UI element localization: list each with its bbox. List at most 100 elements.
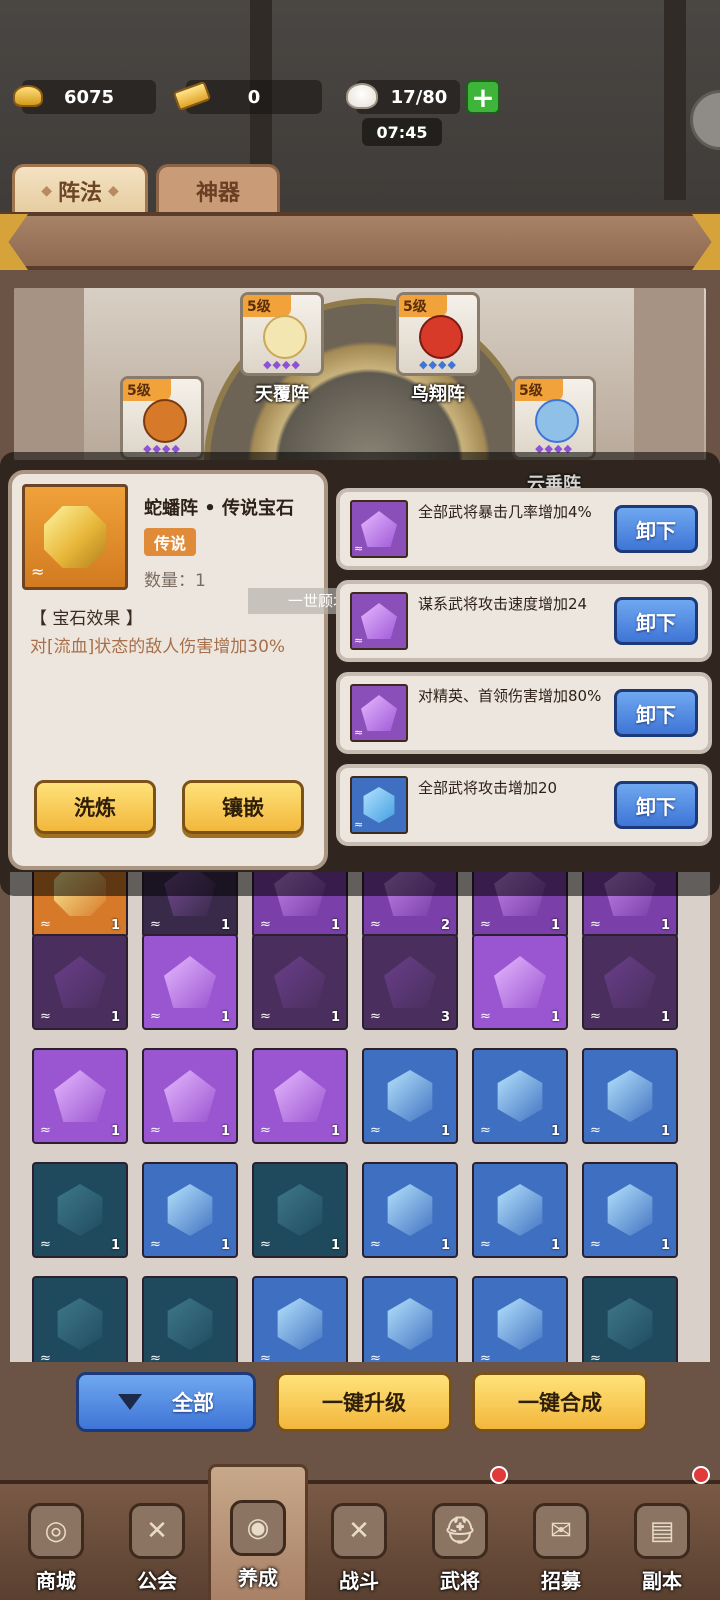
gem-cell[interactable]: ≈1: [472, 1162, 568, 1258]
gem-mark-icon: ≈: [480, 1123, 491, 1138]
slot-effect-text: 对精英、首领伤害增加80%: [418, 687, 602, 705]
gem-cell[interactable]: ≈3: [362, 934, 458, 1030]
gem-quantity: 数量：1: [144, 571, 206, 591]
bottom-navigation: ◎ 商城 ✕ 公会 ◉ 养成 ✕ 战斗 ⛑ 武将 ✉ 招募 ▤ 副本: [0, 1464, 720, 1600]
formation-name-niaoxiang: 鸟翔阵: [411, 384, 465, 405]
gem-icon: [274, 956, 326, 1008]
slot-gem-icon: ≈: [350, 592, 408, 650]
nav-general[interactable]: ⛑ 武将: [410, 1466, 510, 1600]
gem-cell[interactable]: ≈1: [142, 1162, 238, 1258]
gem-count: 1: [660, 918, 670, 933]
gem-icon: [277, 1298, 323, 1350]
gem-cell[interactable]: ≈: [252, 1276, 348, 1362]
unload-button[interactable]: 卸下: [614, 505, 698, 553]
inlay-button[interactable]: 镶嵌: [182, 780, 304, 834]
gem-icon: [607, 1298, 653, 1350]
gem-cell[interactable]: ≈1: [472, 1048, 568, 1144]
gem-count: 1: [220, 918, 230, 933]
gem-slot-3: ≈ 对精英、首领伤害增加80% 卸下: [336, 672, 712, 754]
nav-label: 养成: [238, 1566, 278, 1590]
gem-cell[interactable]: ≈1: [582, 934, 678, 1030]
gem-cell[interactable]: ≈: [142, 1276, 238, 1362]
gem-mark-icon: ≈: [150, 1351, 161, 1362]
gem-count: 1: [330, 918, 340, 933]
notification-dot: [692, 1466, 710, 1484]
nav-develop[interactable]: ◉ 养成: [208, 1464, 308, 1600]
gold-ingot-icon: [8, 76, 48, 116]
gem-cell[interactable]: ≈1: [252, 934, 348, 1030]
gem-cell[interactable]: ≈1: [252, 1048, 348, 1144]
tab-formation-label: 阵法: [57, 180, 102, 206]
tab-formation[interactable]: ◆ 阵法 ◆: [12, 164, 148, 214]
gem-cell[interactable]: ≈1: [32, 934, 128, 1030]
notification-dot: [490, 1466, 508, 1484]
gem-count: 1: [550, 1124, 560, 1139]
gem-cell[interactable]: ≈1: [582, 1162, 678, 1258]
nav-guild[interactable]: ✕ 公会: [107, 1484, 207, 1600]
diamond-icon: ◆: [41, 182, 52, 199]
formation-niaoxiang[interactable]: 5级 ◆◆◆◆: [396, 292, 480, 376]
gem-mark-icon: ≈: [370, 1123, 381, 1138]
tab-artifact[interactable]: 神器: [156, 164, 280, 214]
gem-icon: [54, 956, 106, 1008]
battle-icon: ✕: [331, 1503, 387, 1559]
formation-shepan[interactable]: 5级 ◆◆◆◆: [120, 376, 204, 460]
upgrade-all-button[interactable]: 一键升级: [276, 1372, 452, 1432]
star-pips: ◆◆◆◆: [263, 358, 301, 371]
star-pips: ◆◆◆◆: [419, 358, 457, 371]
gem-mark-icon: ≈: [370, 917, 381, 932]
add-stamina-button[interactable]: +: [466, 80, 500, 114]
gem-icon: [54, 1070, 106, 1122]
gem-count: 1: [330, 1124, 340, 1139]
gem-mark-icon: ≈: [590, 917, 601, 932]
gem-mark-icon: ≈: [590, 1123, 601, 1138]
gem-count: 2: [440, 918, 450, 933]
snake-emblem-icon: [143, 399, 187, 443]
nav-recruit[interactable]: ✉ 招募: [511, 1484, 611, 1600]
gem-count: 1: [550, 1238, 560, 1253]
gem-mark-icon: ≈: [40, 1237, 51, 1252]
filter-all-button[interactable]: 全部: [76, 1372, 256, 1432]
gem-cell[interactable]: ≈1: [582, 1048, 678, 1144]
merge-all-button[interactable]: 一键合成: [472, 1372, 648, 1432]
formation-tianfu[interactable]: 5级 ◆◆◆◆: [240, 292, 324, 376]
nav-label: 商城: [36, 1569, 76, 1593]
stamina-timer: 07:45: [362, 118, 442, 146]
effect-title: 【 宝石效果 】: [30, 609, 143, 629]
gem-mark-icon: ≈: [260, 1123, 271, 1138]
nav-battle[interactable]: ✕ 战斗: [309, 1484, 409, 1600]
formation-yunchui[interactable]: 5级 ◆◆◆◆: [512, 376, 596, 460]
gem-cell[interactable]: ≈: [32, 1276, 128, 1362]
slot-effect-text: 全部武将攻击增加20: [418, 779, 558, 797]
gem-icon: [164, 956, 216, 1008]
gem-cell[interactable]: ≈1: [472, 934, 568, 1030]
formation-level: 5级: [123, 379, 171, 401]
rarity-badge: 传说: [144, 528, 197, 556]
nav-shop[interactable]: ◎ 商城: [6, 1484, 106, 1600]
unload-button[interactable]: 卸下: [614, 781, 698, 829]
nav-label: 招募: [541, 1569, 581, 1593]
unload-button[interactable]: 卸下: [614, 597, 698, 645]
gem-cell[interactable]: ≈: [362, 1276, 458, 1362]
gem-cell[interactable]: ≈1: [32, 1162, 128, 1258]
slot-gem-icon: ≈: [350, 500, 408, 558]
unload-button[interactable]: 卸下: [614, 689, 698, 737]
gem-cell[interactable]: ≈1: [362, 1162, 458, 1258]
refine-button[interactable]: 洗炼: [34, 780, 156, 834]
gem-mark-icon: ≈: [480, 1237, 491, 1252]
gem-count: 1: [660, 1010, 670, 1025]
gem-mark-icon: ≈: [40, 917, 51, 932]
gem-mark-icon: ≈: [260, 917, 271, 932]
gem-cell[interactable]: ≈: [582, 1276, 678, 1362]
gem-cell[interactable]: ≈1: [362, 1048, 458, 1144]
gem-count: 1: [550, 1010, 560, 1025]
gem-cell[interactable]: ≈1: [32, 1048, 128, 1144]
gem-cell[interactable]: ≈1: [142, 934, 238, 1030]
gem-icon: [607, 1070, 653, 1122]
formation-stage: [10, 284, 710, 464]
gem-cell[interactable]: ≈: [472, 1276, 568, 1362]
gem-cell[interactable]: ≈1: [142, 1048, 238, 1144]
nav-dungeon[interactable]: ▤ 副本: [612, 1466, 712, 1600]
effect-description: 对[流血]状态的敌人伤害增加30%: [30, 637, 286, 657]
gem-cell[interactable]: ≈1: [252, 1162, 348, 1258]
